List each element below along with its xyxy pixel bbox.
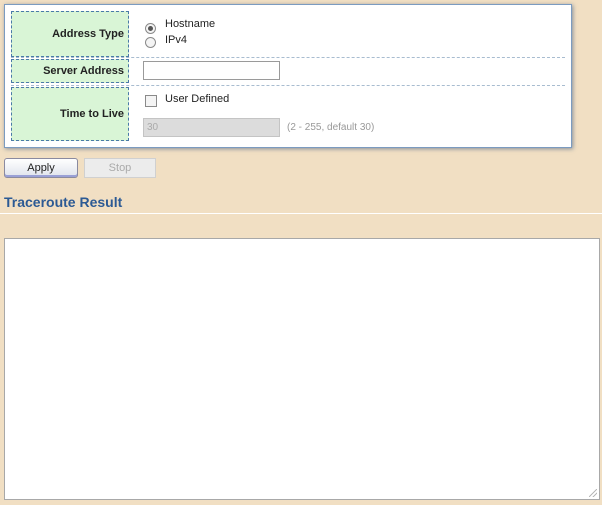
traceroute-result-textarea[interactable] bbox=[4, 238, 600, 500]
user-defined-checkbox[interactable] bbox=[145, 95, 157, 107]
time-to-live-hint: (2 - 255, default 30) bbox=[287, 122, 375, 133]
user-defined-label: User Defined bbox=[165, 93, 230, 105]
radio-ipv4[interactable] bbox=[145, 37, 156, 48]
apply-button[interactable]: Apply bbox=[4, 158, 78, 178]
row-separator bbox=[11, 85, 565, 86]
address-type-label: Address Type bbox=[11, 11, 129, 57]
resize-grip-icon[interactable] bbox=[589, 489, 597, 497]
time-to-live-label: Time to Live bbox=[11, 87, 129, 141]
radio-hostname[interactable] bbox=[145, 23, 156, 34]
radio-ipv4-label: IPv4 bbox=[165, 34, 188, 46]
server-address-label: Server Address bbox=[11, 59, 129, 83]
section-divider bbox=[0, 213, 602, 214]
traceroute-settings-panel: Address Type Hostname IPv4 Server Addres… bbox=[4, 4, 572, 148]
time-to-live-input[interactable] bbox=[143, 118, 280, 137]
traceroute-result-title: Traceroute Result bbox=[4, 194, 123, 210]
row-separator bbox=[11, 57, 565, 58]
stop-button[interactable]: Stop bbox=[84, 158, 156, 178]
radio-hostname-label: Hostname bbox=[165, 18, 216, 30]
server-address-input[interactable] bbox=[143, 61, 280, 80]
